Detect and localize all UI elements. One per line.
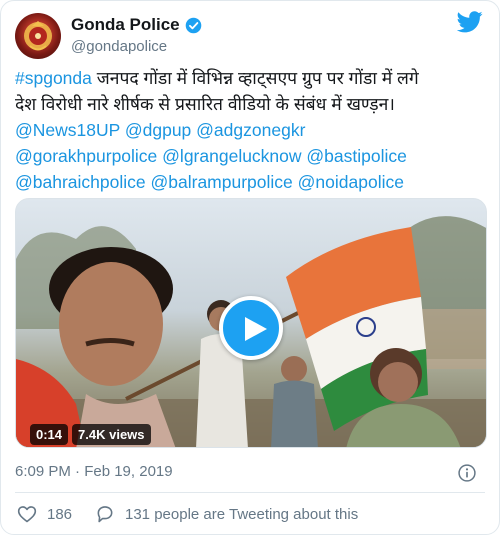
play-button[interactable]: [219, 296, 283, 360]
mention-link[interactable]: @balrampurpolice: [151, 172, 293, 192]
tweet-actions: 186 131 people are Tweeting about this: [15, 504, 485, 528]
reply-bubble-icon: [97, 506, 113, 523]
video-badges: 0:14 7.4K views: [30, 424, 151, 445]
account-handle[interactable]: @gondapolice: [71, 38, 202, 55]
mention-link[interactable]: @bahraichpolice: [15, 172, 146, 192]
timestamp[interactable]: 6:09 PM · Feb 19, 2019: [15, 463, 173, 480]
mentions-line-2: @gorakhpurpolice @lgrangelucknow @bastip…: [15, 143, 489, 169]
divider: [15, 492, 485, 493]
display-name-row[interactable]: Gonda Police: [71, 15, 202, 35]
play-icon: [245, 317, 267, 341]
tweet-card: Gonda Police @gondapolice #spgonda जनपद …: [0, 0, 500, 535]
like-button[interactable]: 186: [17, 504, 72, 524]
video-duration: 0:14: [30, 424, 69, 445]
tweet-text-line-1: #spgonda जनपद गोंडा में विभिन्न व्हाट्सए…: [15, 65, 489, 91]
tweet-text: #spgonda जनपद गोंडा में विभिन्न व्हाट्सए…: [15, 65, 489, 195]
hashtag-link[interactable]: #spgonda: [15, 68, 92, 88]
info-icon[interactable]: [457, 463, 477, 483]
mention-link[interactable]: @News18UP: [15, 120, 120, 140]
mentions-line-3: @bahraichpolice @balrampurpolice @noidap…: [15, 169, 489, 195]
heart-icon: [17, 506, 37, 523]
avatar[interactable]: [15, 13, 61, 59]
twitter-bird-icon[interactable]: [457, 11, 483, 33]
conversation-text: 131 people are Tweeting about this: [125, 505, 359, 523]
display-name[interactable]: Gonda Police: [71, 15, 180, 35]
tweet-header: Gonda Police @gondapolice: [15, 11, 485, 61]
mention-link[interactable]: @noidapolice: [298, 172, 404, 192]
like-count: 186: [47, 505, 73, 523]
tweet-body-2: देश विरोधी नारे शीर्षक से प्रसारित वीडिय…: [15, 94, 395, 114]
video-views: 7.4K views: [72, 424, 151, 445]
mentions-line-1: @News18UP @dgpup @adgzonegkr: [15, 117, 489, 143]
mention-link[interactable]: @gorakhpurpolice: [15, 146, 157, 166]
verified-badge-icon: [185, 17, 201, 33]
video-player[interactable]: 0:14 7.4K views: [15, 198, 487, 448]
mention-link[interactable]: @adgzonegkr: [196, 120, 305, 140]
tweet-body-1: जनपद गोंडा में विभिन्न व्हाट्सएप ग्रुप प…: [91, 68, 419, 88]
mention-link[interactable]: @lgrangelucknow: [162, 146, 301, 166]
mention-link[interactable]: @bastipolice: [306, 146, 406, 166]
police-emblem-icon: [24, 21, 52, 51]
conversation-link[interactable]: 131 people are Tweeting about this: [95, 504, 358, 524]
mention-link[interactable]: @dgpup: [125, 120, 191, 140]
account-names: Gonda Police @gondapolice: [71, 15, 202, 55]
tweet-meta: 6:09 PM · Feb 19, 2019: [15, 463, 485, 485]
